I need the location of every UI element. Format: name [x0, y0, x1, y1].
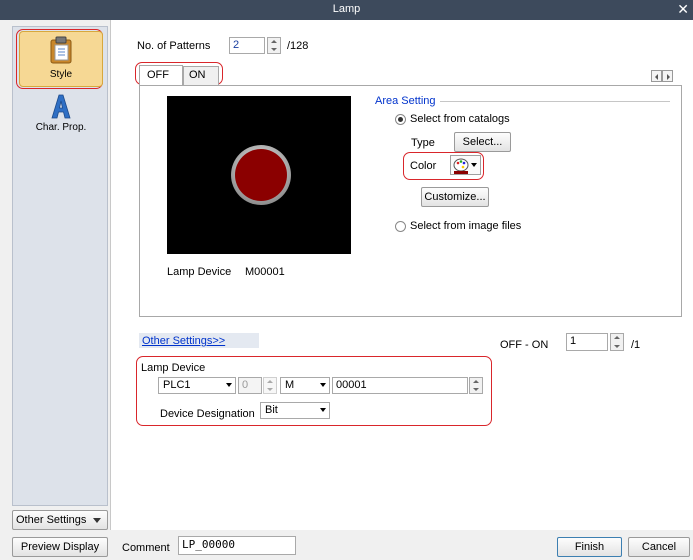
tab-off-label: OFF	[147, 69, 169, 81]
chevron-left-icon	[655, 74, 658, 80]
off-on-input[interactable]: 1	[566, 333, 608, 351]
device-address-stepper[interactable]	[469, 377, 483, 394]
chevron-down-icon	[471, 163, 477, 167]
patterns-label: No. of Patterns	[137, 40, 211, 52]
window-title: Lamp	[332, 3, 361, 15]
color-label: Color	[410, 160, 437, 172]
color-picker[interactable]	[450, 155, 481, 175]
preview-device-label: Lamp Device	[167, 266, 232, 278]
plc-select-value: PLC1	[163, 379, 191, 391]
type-label: Type	[411, 137, 435, 149]
comment-label: Comment	[122, 542, 170, 554]
catalog-radio-label: Select from catalogs	[410, 113, 510, 125]
off-on-label: OFF - ON	[500, 339, 549, 351]
patterns-stepper[interactable]	[267, 37, 281, 54]
plc-select[interactable]: PLC1	[158, 377, 236, 394]
chevron-right-icon	[667, 74, 670, 80]
lamp-preview	[167, 96, 351, 254]
device-type-select[interactable]: M	[280, 377, 330, 394]
lamp-device-title: Lamp Device	[141, 362, 206, 374]
clipboard-icon	[50, 36, 72, 64]
comment-input[interactable]: LP_00000	[178, 536, 296, 555]
cancel-button[interactable]: Cancel	[628, 537, 690, 557]
tab-scroll-left-button[interactable]	[651, 70, 662, 82]
device-designation-value: Bit	[265, 404, 278, 416]
lamp-shape	[231, 145, 291, 205]
off-on-max: /1	[631, 339, 641, 351]
device-designation-label: Device Designation	[160, 408, 255, 420]
preview-display-button[interactable]: Preview Display	[12, 537, 108, 557]
sidebar-item-style[interactable]: Style	[19, 31, 103, 87]
other-settings-link[interactable]: Other Settings>>	[142, 335, 225, 347]
station-input: 0	[238, 377, 262, 394]
tab-on-label: ON	[189, 69, 206, 81]
patterns-max: /128	[287, 40, 309, 52]
tab-scroll-right-button[interactable]	[662, 70, 673, 82]
preview-device-value: M00001	[245, 266, 285, 278]
tab-off[interactable]: OFF	[139, 65, 183, 85]
chevron-down-icon	[226, 383, 232, 387]
sidebar-item-label: Style	[49, 69, 73, 80]
catalog-radio[interactable]	[395, 114, 406, 125]
letter-a-icon	[51, 94, 71, 119]
chevron-down-icon	[320, 408, 326, 412]
finish-button[interactable]: Finish	[557, 537, 622, 557]
device-designation-select[interactable]: Bit	[260, 402, 330, 419]
title-bar: Lamp ✕	[0, 0, 693, 20]
chevron-down-icon	[93, 518, 101, 523]
area-setting-divider	[440, 101, 670, 102]
select-button[interactable]: Select...	[454, 132, 511, 152]
chevron-down-icon	[320, 383, 326, 387]
image-files-radio-label: Select from image files	[410, 220, 522, 232]
device-address-input[interactable]: 00001	[332, 377, 468, 394]
patterns-input[interactable]: 2	[229, 37, 265, 54]
image-files-radio[interactable]	[395, 221, 406, 232]
close-icon[interactable]: ✕	[677, 1, 689, 18]
tab-on[interactable]: ON	[183, 66, 219, 85]
device-type-value: M	[285, 379, 295, 391]
area-setting-heading: Area Setting	[375, 95, 436, 107]
station-stepper	[263, 377, 277, 394]
sidebar-panel: Style Char. Prop.	[12, 26, 108, 506]
other-settings-dropdown[interactable]: Other Settings	[12, 510, 108, 530]
sidebar-item-char-prop[interactable]: Char. Prop.	[19, 93, 103, 143]
off-on-stepper[interactable]	[610, 333, 624, 351]
sidebar-item-label: Char. Prop.	[35, 122, 87, 133]
customize-button[interactable]: Customize...	[421, 187, 489, 207]
other-settings-label: Other Settings	[16, 514, 87, 526]
palette-icon	[453, 158, 469, 174]
